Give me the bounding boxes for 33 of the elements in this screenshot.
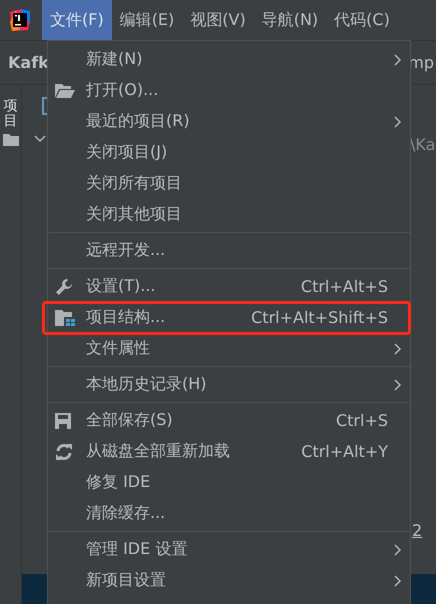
folder-icon	[2, 134, 18, 146]
menu-item[interactable]: 文件属性	[48, 333, 410, 364]
menu-item[interactable]: 设置(T)... Ctrl+Alt+S	[48, 271, 410, 302]
chevron-down-icon[interactable]	[34, 135, 46, 143]
menu-item[interactable]: 关闭所有项目	[48, 168, 410, 199]
menu-item[interactable]: 打开(O)...	[48, 75, 410, 106]
menu-bar-item[interactable]: 文件(F)	[42, 0, 112, 40]
menu-item[interactable]: 项目结构... Ctrl+Alt+Shift+S	[48, 302, 410, 333]
menu-item[interactable]: 远程开发...	[48, 235, 410, 266]
menu-item[interactable]: 关闭其他项目	[48, 199, 410, 230]
folder-icon	[55, 84, 75, 98]
menu-item[interactable]: 本地历史记录(H)	[48, 369, 410, 400]
menu-bar-item[interactable]: 代码(C)	[326, 0, 398, 40]
menu-item[interactable]: 修复 IDE	[48, 467, 410, 498]
folder-grid-icon	[55, 310, 75, 326]
menu-item[interactable]: 最近的项目(R)	[48, 106, 410, 137]
refresh-icon	[55, 442, 73, 460]
project-tab[interactable]: 项目	[4, 99, 18, 130]
menu-item[interactable]: 新建(N)	[48, 44, 410, 75]
menu-item[interactable]: 管理 IDE 设置	[48, 534, 410, 565]
menu-item[interactable]: 新项目设置	[48, 565, 410, 596]
menu-item[interactable]: 关闭项目(J)	[48, 137, 410, 168]
menu-item[interactable]: 全部保存(S) Ctrl+S	[48, 405, 410, 436]
menu-item[interactable]: 清除缓存...	[48, 498, 410, 529]
path-text: \Ka	[410, 135, 436, 154]
menu-item[interactable]: 从磁盘全部重新加载 Ctrl+Alt+Y	[48, 436, 410, 467]
project-title: Kafk	[8, 53, 49, 72]
menu-bar-item[interactable]: 导航(N)	[254, 0, 326, 40]
menu-bar-item[interactable]: 编辑(E)	[112, 0, 182, 40]
menu-bar-item[interactable]: 视图(V)	[182, 0, 254, 40]
app-logo-icon[interactable]	[8, 8, 32, 32]
wrench-icon	[55, 278, 73, 296]
line-text: 2	[412, 521, 422, 540]
